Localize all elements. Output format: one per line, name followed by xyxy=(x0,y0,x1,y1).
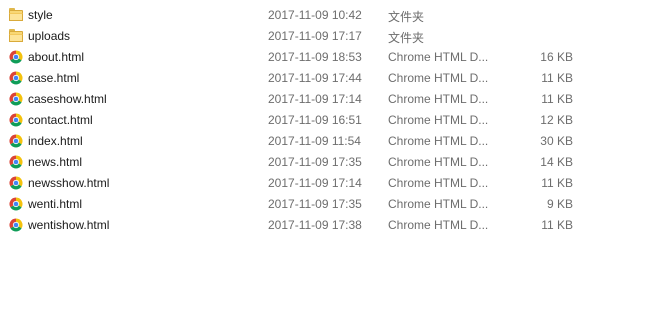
folder-icon xyxy=(9,29,23,43)
chrome-icon xyxy=(9,92,23,106)
file-size: 9 KB xyxy=(546,197,573,211)
file-size: 11 KB xyxy=(541,176,573,190)
chrome-icon xyxy=(9,218,23,232)
file-row[interactable]: contact.html 2017-11-09 16:51 Chrome HTML … xyxy=(0,110,600,131)
file-date-modified: 2017-11-09 17:38 xyxy=(268,218,362,232)
file-size: 11 KB xyxy=(541,218,573,232)
file-name[interactable]: about.html xyxy=(28,50,84,64)
file-date-modified: 2017-11-09 17:44 xyxy=(268,71,362,85)
file-name[interactable]: wenti.html xyxy=(28,197,82,211)
file-type: Chrome HTML D... xyxy=(388,218,489,232)
file-row[interactable]: wentishow.html 2017-11-09 17:38 Chrome HTM… xyxy=(0,215,600,236)
file-name[interactable]: wentishow.html xyxy=(28,218,109,232)
file-name[interactable]: caseshow.html xyxy=(28,92,107,106)
file-type: Chrome HTML D... xyxy=(388,134,489,148)
file-date-modified: 2017-11-09 17:35 xyxy=(268,197,362,211)
file-size: 11 KB xyxy=(541,92,573,106)
file-row[interactable]: caseshow.html 2017-11-09 17:14 Chrome HTML… xyxy=(0,89,600,110)
file-date-modified: 2017-11-09 17:14 xyxy=(268,176,362,190)
file-row[interactable]: uploads 2017-11-09 17:17 文件夹 xyxy=(0,26,600,47)
file-type: Chrome HTML D... xyxy=(388,155,489,169)
file-date-modified: 2017-11-09 10:42 xyxy=(268,8,362,22)
file-type: Chrome HTML D... xyxy=(388,92,489,106)
folder-icon xyxy=(9,8,23,22)
file-name[interactable]: newsshow.html xyxy=(28,176,109,190)
file-date-modified: 2017-11-09 17:14 xyxy=(268,92,362,106)
file-row[interactable]: case.html 2017-11-09 17:44 Chrome HTML D..… xyxy=(0,68,600,89)
file-row[interactable]: about.html 2017-11-09 18:53 Chrome HTML D.… xyxy=(0,47,600,68)
file-name[interactable]: news.html xyxy=(28,155,82,169)
file-name[interactable]: index.html xyxy=(28,134,83,148)
file-row[interactable]: newsshow.html 2017-11-09 17:14 Chrome HTML… xyxy=(0,173,600,194)
file-list: style 2017-11-09 10:42 文件夹 uploads 2017-11-0… xyxy=(0,5,651,236)
file-date-modified: 2017-11-09 17:17 xyxy=(268,29,362,43)
file-name[interactable]: style xyxy=(28,8,53,22)
file-row[interactable]: style 2017-11-09 10:42 文件夹 xyxy=(0,5,600,26)
chrome-icon xyxy=(9,50,23,64)
file-type: Chrome HTML D... xyxy=(388,176,489,190)
file-type: Chrome HTML D... xyxy=(388,113,489,127)
file-date-modified: 2017-11-09 16:51 xyxy=(268,113,362,127)
file-row[interactable]: wenti.html 2017-11-09 17:35 Chrome HTML D.… xyxy=(0,194,600,215)
chrome-icon xyxy=(9,134,23,148)
file-name[interactable]: contact.html xyxy=(28,113,93,127)
file-type: 文件夹 xyxy=(388,31,425,45)
file-type: Chrome HTML D... xyxy=(388,197,489,211)
file-date-modified: 2017-11-09 17:35 xyxy=(268,155,362,169)
file-size: 30 KB xyxy=(540,134,573,148)
file-size: 16 KB xyxy=(540,50,573,64)
file-size: 14 KB xyxy=(540,155,573,169)
file-name[interactable]: uploads xyxy=(28,29,70,43)
chrome-icon xyxy=(9,113,23,127)
file-type: Chrome HTML D... xyxy=(388,71,489,85)
file-name[interactable]: case.html xyxy=(28,71,79,85)
file-date-modified: 2017-11-09 18:53 xyxy=(268,50,362,64)
file-size: 11 KB xyxy=(541,71,573,85)
chrome-icon xyxy=(9,197,23,211)
file-type: Chrome HTML D... xyxy=(388,50,489,64)
chrome-icon xyxy=(9,155,23,169)
file-row[interactable]: news.html 2017-11-09 17:35 Chrome HTML D..… xyxy=(0,152,600,173)
chrome-icon xyxy=(9,176,23,190)
file-row[interactable]: index.html 2017-11-09 11:54 Chrome HTML D.… xyxy=(0,131,600,152)
file-date-modified: 2017-11-09 11:54 xyxy=(268,134,361,148)
file-size: 12 KB xyxy=(540,113,573,127)
file-type: 文件夹 xyxy=(388,10,425,24)
chrome-icon xyxy=(9,71,23,85)
